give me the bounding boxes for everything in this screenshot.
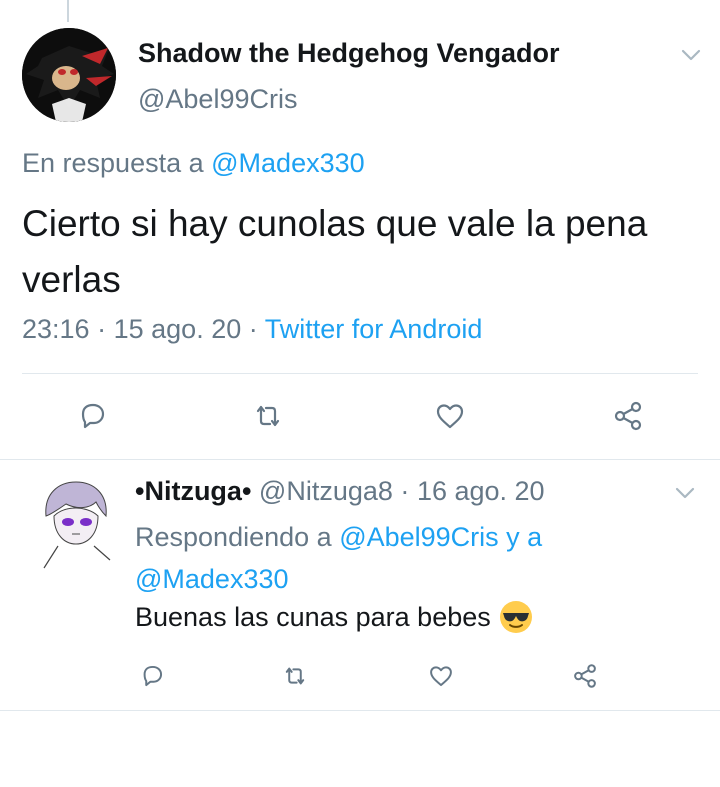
retweet-icon [285,667,305,685]
retweet-icon [256,405,280,427]
reply-to-link[interactable]: @Madex330 [211,148,365,178]
replying-to-link[interactable]: @Madex330 [135,564,289,594]
like-button[interactable] [421,656,461,696]
reply-tweet-text: Buenas las cunas para bebes [135,600,533,634]
reply-button[interactable] [72,396,112,436]
replying-prefix: Respondiendo a [135,522,332,552]
reply-prefix: En respuesta a [22,148,204,178]
replying-to-link[interactable]: @Abel99Cris [339,522,498,552]
reply-button[interactable] [132,656,172,696]
tweet-date: 15 ago. 20 [113,314,242,344]
share-button[interactable] [608,396,648,436]
avatar[interactable] [22,28,116,122]
replying-joiner: y a [506,522,543,552]
divider [22,373,698,374]
user-handle[interactable]: @Abel99Cris [138,84,297,115]
reply-avatar-image [38,476,114,570]
tweet-meta: 23:16 · 15 ago. 20 · Twitter for Android [22,314,482,345]
reply-icon [143,665,163,687]
divider [0,710,720,711]
meta-separator: · [400,476,410,506]
meta-separator: · [248,314,258,344]
divider [0,459,720,460]
tweet-text: Cierto si hay cunolas que vale la pena v… [22,203,648,300]
retweet-button[interactable] [275,656,315,696]
reply-date: 16 ago. 20 [416,476,545,506]
reply-avatar[interactable] [38,476,114,570]
share-icon [574,664,596,688]
retweet-button[interactable] [248,396,288,436]
main-tweet: Shadow the Hedgehog Vengador @Abel99Cris… [0,0,720,460]
tweet-time: 23:16 [22,314,90,344]
reply-header: •Nitzuga• @Nitzuga8 · 16 ago. 20 [135,476,545,507]
share-icon [614,401,642,431]
share-button[interactable] [565,656,605,696]
reply-handle[interactable]: @Nitzuga8 [259,476,393,506]
avatar-image [22,28,116,122]
meta-separator: · [97,314,107,344]
like-button[interactable] [430,396,470,436]
like-icon [430,666,452,687]
display-name[interactable]: Shadow the Hedgehog Vengador [138,38,560,69]
chevron-down-icon[interactable] [674,486,696,500]
reply-icon [81,403,105,429]
reply-display-name[interactable]: •Nitzuga• [135,476,251,506]
reply-text-content: Buenas las cunas para bebes [135,601,491,632]
chevron-down-icon[interactable] [680,48,702,62]
sunglasses-emoji-icon [499,601,532,633]
reply-context: En respuesta a @Madex330 [22,148,365,179]
tweet-source-link[interactable]: Twitter for Android [265,314,483,344]
replying-context: Respondiendo a @Abel99Cris y a @Madex330 [135,516,655,600]
like-icon [436,404,464,429]
